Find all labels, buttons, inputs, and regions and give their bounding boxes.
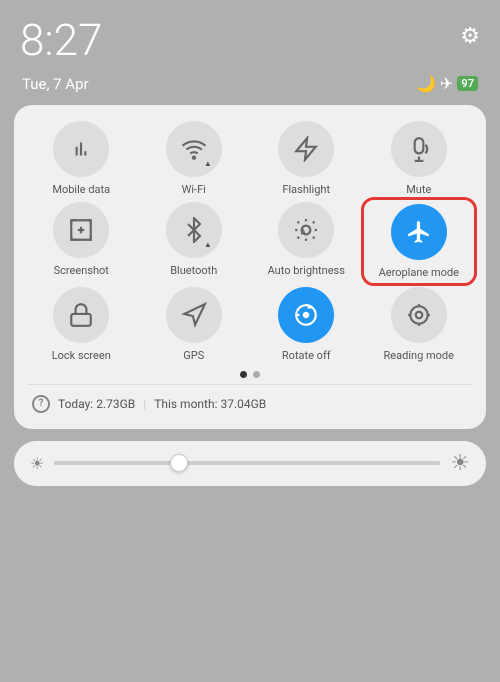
svg-text:A: A bbox=[301, 228, 307, 237]
tile-auto-brightness-label: Auto brightness bbox=[268, 264, 345, 277]
tile-screenshot[interactable]: Screenshot bbox=[28, 202, 135, 281]
date-display: Tue, 7 Apr bbox=[22, 75, 89, 93]
tile-aeroplane-mode[interactable]: Aeroplane mode bbox=[366, 202, 473, 281]
tile-reading-mode-label: Reading mode bbox=[384, 349, 454, 362]
tile-rotate-off-circle bbox=[278, 287, 334, 343]
tile-flashlight[interactable]: Flashlight bbox=[253, 121, 360, 196]
divider bbox=[28, 384, 472, 385]
tile-reading-mode[interactable]: Reading mode bbox=[366, 287, 473, 362]
tile-aeroplane-mode-circle bbox=[391, 204, 447, 260]
right-status-icons: 🌙 ✈ 97 bbox=[416, 74, 478, 93]
tile-auto-brightness[interactable]: A Auto brightness bbox=[253, 202, 360, 281]
tile-mobile-data[interactable]: Mobile data bbox=[28, 121, 135, 196]
tiles-grid: Mobile data ▲ Wi-Fi Flashlight bbox=[28, 121, 472, 363]
tile-rotate-off[interactable]: Rotate off bbox=[253, 287, 360, 362]
tile-screenshot-circle bbox=[53, 202, 109, 258]
tile-aeroplane-mode-label: Aeroplane mode bbox=[379, 266, 459, 279]
tile-gps-circle bbox=[166, 287, 222, 343]
brightness-bar[interactable]: ☀ ☀ bbox=[14, 441, 486, 486]
tile-mute-label: Mute bbox=[406, 183, 431, 196]
dot-2 bbox=[253, 371, 260, 378]
tile-mute-circle bbox=[391, 121, 447, 177]
tile-gps[interactable]: GPS bbox=[141, 287, 248, 362]
date-row: Tue, 7 Apr 🌙 ✈ 97 bbox=[0, 72, 500, 105]
tile-reading-mode-circle bbox=[391, 287, 447, 343]
tile-bluetooth[interactable]: ▲ Bluetooth bbox=[141, 202, 248, 281]
tile-screenshot-label: Screenshot bbox=[54, 264, 109, 277]
tile-bluetooth-circle: ▲ bbox=[166, 202, 222, 258]
page-dots bbox=[28, 371, 472, 378]
tile-lock-screen-circle bbox=[53, 287, 109, 343]
brightness-low-icon: ☀ bbox=[30, 454, 44, 473]
tile-lock-screen-label: Lock screen bbox=[52, 349, 111, 362]
airplane-status-icon: ✈ bbox=[440, 74, 453, 93]
tile-mobile-data-label: Mobile data bbox=[52, 183, 110, 196]
moon-icon: 🌙 bbox=[416, 74, 436, 93]
tile-gps-label: GPS bbox=[183, 349, 204, 362]
tile-lock-screen[interactable]: Lock screen bbox=[28, 287, 135, 362]
data-today: Today: 2.73GB bbox=[58, 397, 135, 411]
tile-wifi[interactable]: ▲ Wi-Fi bbox=[141, 121, 248, 196]
tile-mute[interactable]: Mute bbox=[366, 121, 473, 196]
tile-rotate-off-label: Rotate off bbox=[282, 349, 331, 362]
tile-flashlight-circle bbox=[278, 121, 334, 177]
tile-wifi-label: Wi-Fi bbox=[182, 183, 206, 196]
tile-auto-brightness-circle: A bbox=[278, 202, 334, 258]
settings-icon[interactable]: ⚙ bbox=[460, 24, 480, 49]
data-separator: | bbox=[143, 397, 146, 411]
brightness-high-icon: ☀ bbox=[450, 451, 470, 476]
tile-bluetooth-label: Bluetooth bbox=[170, 264, 217, 277]
tile-mobile-data-circle bbox=[53, 121, 109, 177]
tile-flashlight-label: Flashlight bbox=[282, 183, 330, 196]
dot-1 bbox=[240, 371, 247, 378]
time-display: 8:27 bbox=[20, 18, 102, 62]
brightness-thumb[interactable] bbox=[170, 454, 188, 472]
data-month: This month: 37.04GB bbox=[154, 397, 266, 411]
data-usage-row: ? Today: 2.73GB | This month: 37.04GB bbox=[28, 389, 472, 415]
status-bar: 8:27 ⚙ bbox=[0, 0, 500, 72]
quick-settings-panel: Mobile data ▲ Wi-Fi Flashlight bbox=[14, 105, 486, 429]
info-icon: ? bbox=[32, 395, 50, 413]
battery-indicator: 97 bbox=[457, 76, 478, 91]
tile-wifi-circle: ▲ bbox=[166, 121, 222, 177]
brightness-track[interactable] bbox=[54, 461, 440, 465]
